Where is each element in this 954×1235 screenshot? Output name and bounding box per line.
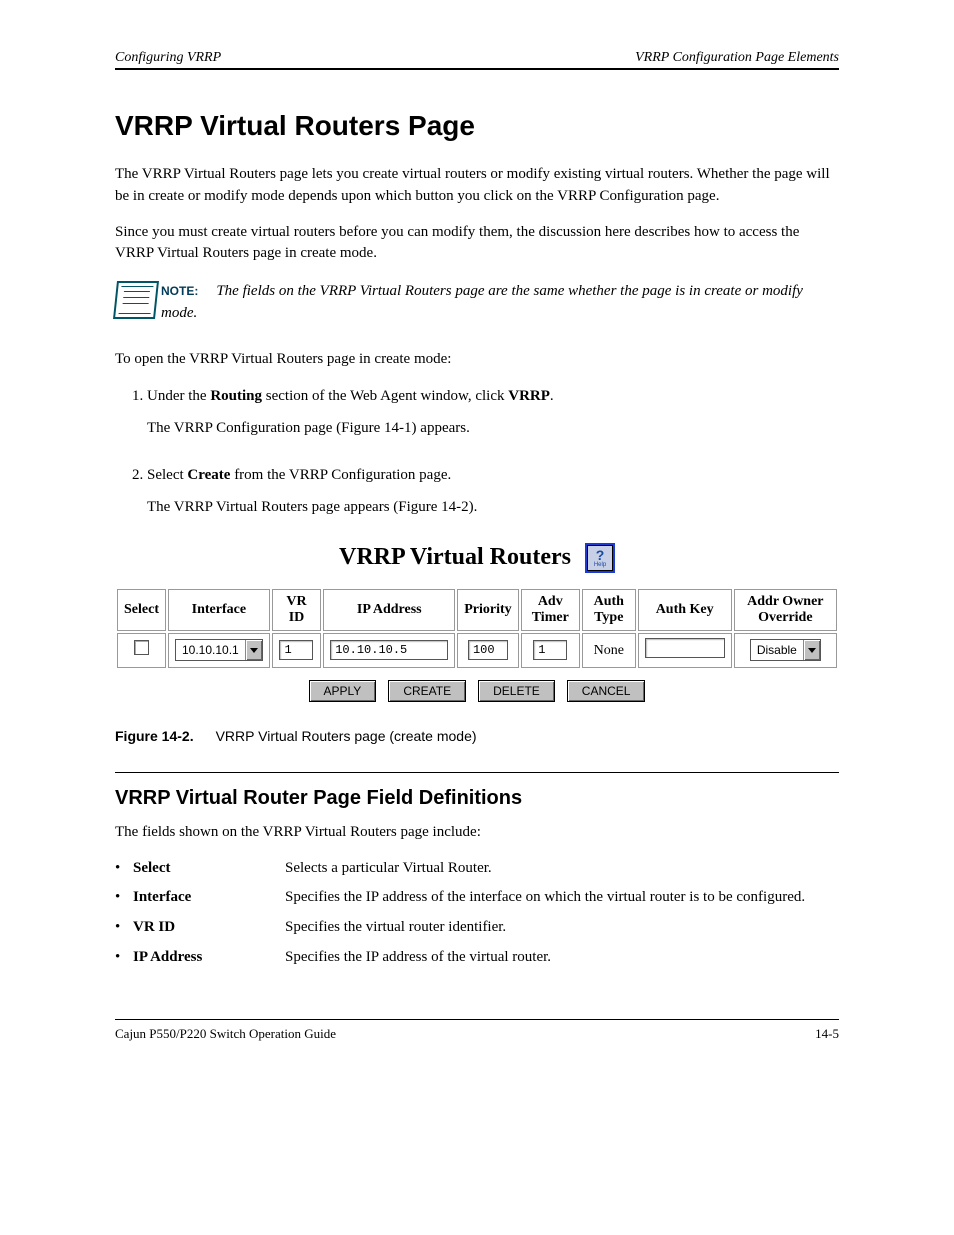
step-2: Select Create from the VRRP Configuratio… <box>147 464 839 519</box>
note-label: NOTE: <box>161 284 198 298</box>
field-desc: Specifies the virtual router identifier. <box>285 917 839 939</box>
authtype-value: None <box>594 643 624 658</box>
footer-right: 14-5 <box>815 1026 839 1042</box>
footer-left: Cajun P550/P220 Switch Operation Guide <box>115 1026 336 1042</box>
th-override: Addr Owner Override <box>734 589 837 631</box>
figure-title: VRRP Virtual Routers <box>339 544 571 571</box>
steps-list: Under the Routing section of the Web Age… <box>115 385 839 519</box>
fields-intro: The fields shown on the VRRP Virtual Rou… <box>115 822 839 844</box>
vrid-input[interactable]: 1 <box>279 640 313 660</box>
delete-button[interactable]: DELETE <box>478 680 555 702</box>
field-name: IP Address <box>133 947 285 969</box>
note-block: NOTE: The fields on the VRRP Virtual Rou… <box>115 281 839 325</box>
th-interface: Interface <box>168 589 270 631</box>
field-desc: Specifies the IP address of the virtual … <box>285 947 839 969</box>
page-title: VRRP Virtual Routers Page <box>115 110 839 142</box>
field-name: Select <box>133 858 285 880</box>
select-checkbox[interactable] <box>134 640 149 655</box>
override-select[interactable]: Disable <box>750 639 821 661</box>
help-q: ? <box>596 548 605 562</box>
interface-select[interactable]: 10.10.10.1 <box>175 639 263 661</box>
step-1: Under the Routing section of the Web Age… <box>147 385 839 440</box>
note-text: The fields on the VRRP Virtual Routers p… <box>161 283 803 321</box>
ip-input[interactable]: 10.10.10.5 <box>330 640 448 660</box>
running-head-right: VRRP Configuration Page Elements <box>635 50 839 66</box>
help-icon[interactable]: ? Help <box>585 543 615 573</box>
th-select: Select <box>117 589 166 631</box>
th-authkey: Auth Key <box>638 589 732 631</box>
vrrp-table: Select Interface VR ID IP Address Priori… <box>115 587 839 670</box>
apply-button[interactable]: APPLY <box>309 680 377 702</box>
chevron-down-icon <box>803 640 820 660</box>
th-authtype: Auth Type <box>582 589 636 631</box>
field-name: Interface <box>133 887 285 909</box>
field-row: • Select Selects a particular Virtual Ro… <box>115 858 839 880</box>
th-priority: Priority <box>457 589 518 631</box>
authkey-input[interactable] <box>645 638 725 658</box>
field-row: • VR ID Specifies the virtual router ide… <box>115 917 839 939</box>
chevron-down-icon <box>245 640 262 660</box>
th-adv: Adv Timer <box>521 589 580 631</box>
adv-input[interactable]: 1 <box>533 640 567 660</box>
cancel-button[interactable]: CANCEL <box>567 680 646 702</box>
intro-p1: The VRRP Virtual Routers page lets you c… <box>115 164 839 208</box>
help-label: Help <box>594 562 606 568</box>
th-vrid: VR ID <box>272 589 322 631</box>
interface-value: 10.10.10.1 <box>176 640 245 660</box>
intro-p2: Since you must create virtual routers be… <box>115 222 839 266</box>
top-rule <box>115 68 839 70</box>
step-2-result: The VRRP Virtual Routers page appears (F… <box>147 496 839 519</box>
create-button[interactable]: CREATE <box>388 680 466 702</box>
field-row: • Interface Specifies the IP address of … <box>115 887 839 909</box>
figure-caption-label: Figure 14-2. <box>115 728 194 744</box>
field-definitions: • Select Selects a particular Virtual Ro… <box>115 858 839 969</box>
table-row: 10.10.10.1 1 10.10.10.5 100 1 None <box>117 633 837 668</box>
field-row: • IP Address Specifies the IP address of… <box>115 947 839 969</box>
steps-intro: To open the VRRP Virtual Routers page in… <box>115 349 839 371</box>
th-ip: IP Address <box>323 589 455 631</box>
field-desc: Specifies the IP address of the interfac… <box>285 887 839 909</box>
fields-heading: VRRP Virtual Router Page Field Definitio… <box>115 787 839 810</box>
priority-input[interactable]: 100 <box>468 640 508 660</box>
figure-caption-text: VRRP Virtual Routers page (create mode) <box>216 728 477 744</box>
note-icon <box>115 281 161 325</box>
step-1-result: The VRRP Configuration page (Figure 14-1… <box>147 417 839 440</box>
override-value: Disable <box>751 640 803 660</box>
field-desc: Selects a particular Virtual Router. <box>285 858 839 880</box>
field-name: VR ID <box>133 917 285 939</box>
running-head-left: Configuring VRRP <box>115 50 221 66</box>
